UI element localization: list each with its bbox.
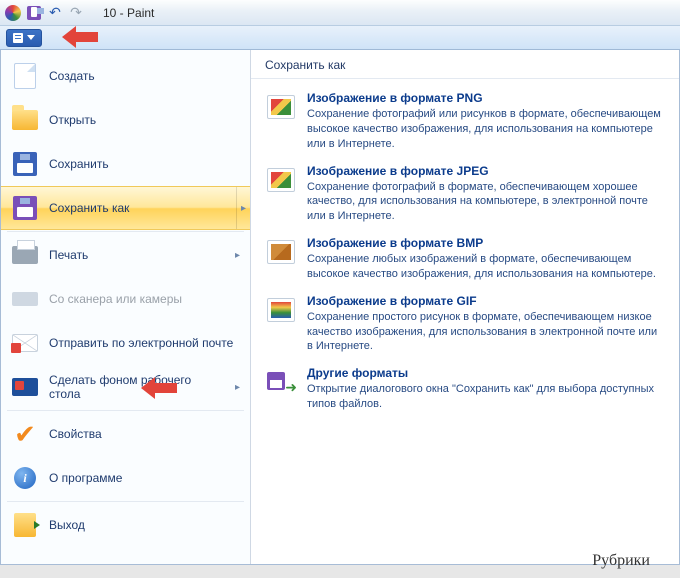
format-desc: Сохранение любых изображений в формате, …	[307, 252, 665, 282]
save-as-jpeg[interactable]: Изображение в формате JPEG Сохранение фо…	[261, 158, 669, 231]
format-title: Изображение в формате JPEG	[307, 164, 665, 178]
menu-separator	[7, 501, 244, 502]
menu-item-label: Сохранить как	[49, 201, 226, 215]
format-desc: Открытие диалогового окна "Сохранить как…	[307, 382, 665, 412]
menu-item-open[interactable]: Открыть	[1, 98, 250, 142]
save-as-other[interactable]: Другие форматы Открытие диалогового окна…	[261, 360, 669, 418]
menu-item-about[interactable]: i О программе	[1, 456, 250, 500]
menu-item-print[interactable]: Печать ▸	[1, 233, 250, 277]
save-as-icon	[11, 194, 39, 222]
menu-item-label: Сделать фоном рабочего стола	[49, 373, 225, 401]
other-format-icon	[265, 366, 297, 398]
submenu-indicator: ▸	[236, 187, 250, 229]
format-title: Изображение в формате BMP	[307, 236, 665, 250]
menu-item-new[interactable]: Создать	[1, 54, 250, 98]
about-icon: i	[11, 464, 39, 492]
ribbon-tab-bar	[0, 26, 680, 50]
save-icon	[11, 150, 39, 178]
format-title: Изображение в формате PNG	[307, 91, 665, 105]
file-menu-panel: Создать Открыть Сохранить Сохранить как …	[0, 50, 680, 565]
qat-save-icon[interactable]	[25, 4, 43, 22]
menu-item-save-as[interactable]: Сохранить как ▸	[1, 186, 250, 230]
menu-item-label: О программе	[49, 471, 240, 485]
menu-item-label: Создать	[49, 69, 240, 83]
menu-item-scanner: Со сканера или камеры	[1, 277, 250, 321]
menu-item-label: Со сканера или камеры	[49, 292, 240, 306]
menu-separator	[7, 410, 244, 411]
gif-icon	[265, 294, 297, 326]
dropdown-triangle-icon	[27, 35, 35, 40]
submenu-chevron-icon: ▸	[235, 250, 240, 261]
menu-item-exit[interactable]: Выход	[1, 503, 250, 547]
properties-icon: ✔	[11, 420, 39, 448]
format-desc: Сохранение фотографий в формате, обеспеч…	[307, 180, 665, 225]
menu-item-label: Выход	[49, 518, 240, 532]
qat-undo-icon[interactable]: ↶	[46, 4, 64, 22]
titlebar: ↶ ↷ 10 - Paint	[0, 0, 680, 26]
bmp-icon	[265, 236, 297, 268]
open-icon	[11, 106, 39, 134]
jpeg-icon	[265, 164, 297, 196]
save-as-submenu-panel: Сохранить как Изображение в формате PNG …	[251, 50, 679, 564]
format-desc: Сохранение фотографий или рисунков в фор…	[307, 107, 665, 152]
scanner-icon	[11, 285, 39, 313]
file-menu-left-column: Создать Открыть Сохранить Сохранить как …	[1, 50, 251, 564]
save-as-gif[interactable]: Изображение в формате GIF Сохранение про…	[261, 288, 669, 361]
paint-app-icon	[4, 4, 22, 22]
format-title: Другие форматы	[307, 366, 665, 380]
file-menu-button[interactable]	[6, 29, 42, 47]
email-icon	[11, 329, 39, 357]
menu-item-email[interactable]: Отправить по электронной почте	[1, 321, 250, 365]
menu-item-desktop-bg[interactable]: Сделать фоном рабочего стола ▸	[1, 365, 250, 409]
footer-heading: Рубрики	[592, 552, 650, 570]
format-title: Изображение в формате GIF	[307, 294, 665, 308]
file-doc-icon	[13, 33, 23, 43]
submenu-chevron-icon: ▸	[235, 382, 240, 393]
menu-item-label: Свойства	[49, 427, 240, 441]
format-desc: Сохранение простого рисунок в формате, о…	[307, 310, 665, 355]
menu-item-label: Печать	[49, 248, 225, 262]
new-doc-icon	[11, 62, 39, 90]
window-title: 10 - Paint	[103, 6, 154, 20]
exit-icon	[11, 511, 39, 539]
menu-item-save[interactable]: Сохранить	[1, 142, 250, 186]
save-as-png[interactable]: Изображение в формате PNG Сохранение фот…	[261, 85, 669, 158]
print-icon	[11, 241, 39, 269]
menu-item-label: Открыть	[49, 113, 240, 127]
png-icon	[265, 91, 297, 123]
submenu-header: Сохранить как	[251, 50, 679, 79]
menu-separator	[7, 231, 244, 232]
submenu-list: Изображение в формате PNG Сохранение фот…	[251, 79, 679, 424]
menu-item-label: Отправить по электронной почте	[49, 336, 240, 350]
save-as-bmp[interactable]: Изображение в формате BMP Сохранение люб…	[261, 230, 669, 288]
menu-item-label: Сохранить	[49, 157, 240, 171]
desktop-bg-icon	[11, 373, 39, 401]
qat-redo-icon[interactable]: ↷	[67, 4, 85, 22]
menu-item-properties[interactable]: ✔ Свойства	[1, 412, 250, 456]
